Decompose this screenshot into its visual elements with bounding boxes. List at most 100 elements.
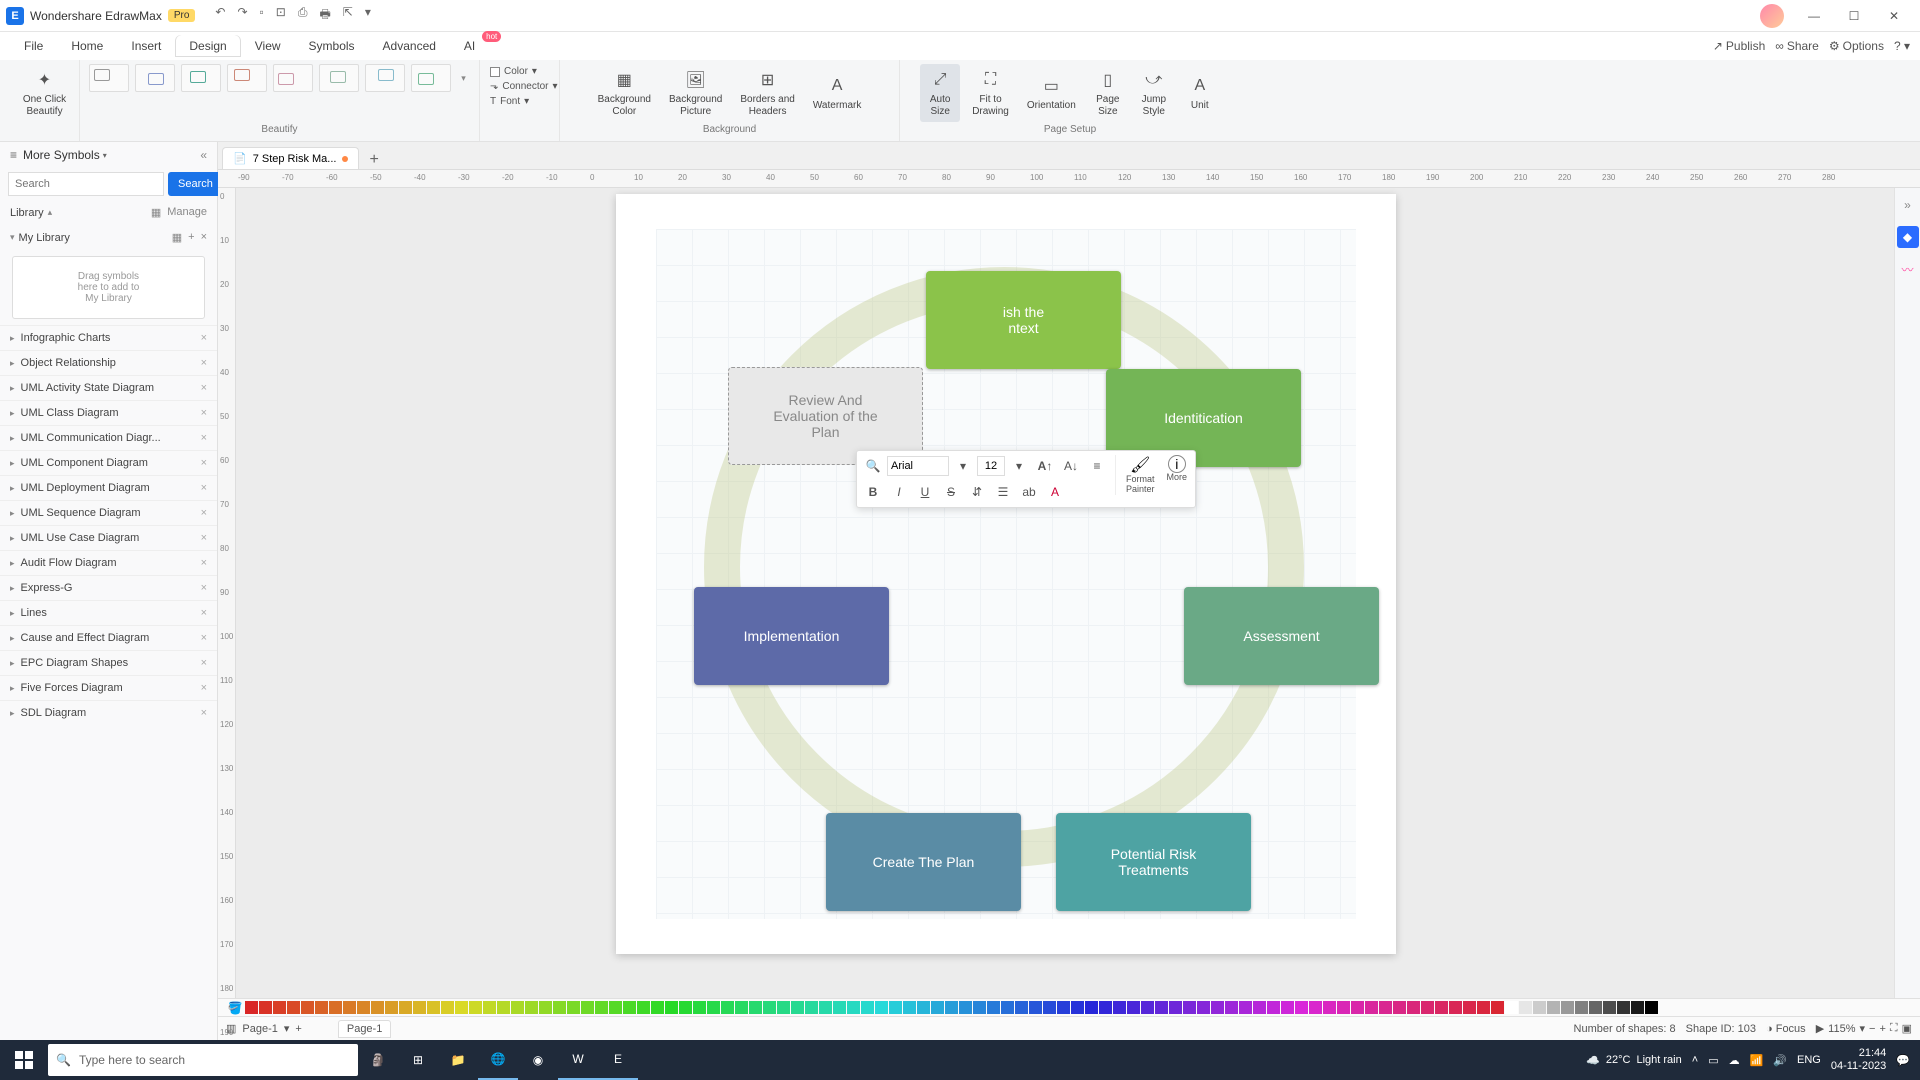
font-size-input[interactable] (977, 456, 1005, 476)
add-icon[interactable]: + (188, 231, 194, 244)
color-swatch[interactable] (1393, 1001, 1406, 1014)
remove-category-icon[interactable]: × (201, 407, 207, 419)
expand-right-icon[interactable]: » (1897, 194, 1919, 216)
notifications-icon[interactable]: 💬 (1896, 1054, 1910, 1067)
color-swatch[interactable] (413, 1001, 426, 1014)
fullscreen-icon[interactable]: ⛶ (1890, 1022, 1898, 1035)
font-dropdown[interactable]: TFont ▾ (490, 94, 529, 109)
color-swatch[interactable] (1295, 1001, 1308, 1014)
doc-tab[interactable]: 📄 7 Step Risk Ma... (222, 147, 359, 169)
color-swatch[interactable] (1617, 1001, 1630, 1014)
color-swatch[interactable] (1645, 1001, 1658, 1014)
color-swatch[interactable] (749, 1001, 762, 1014)
save-icon[interactable]: ⎙ (298, 5, 308, 26)
color-swatch[interactable] (1463, 1001, 1476, 1014)
publish-button[interactable]: ↗ Publish (1713, 39, 1765, 53)
menu-view[interactable]: View (241, 35, 295, 57)
color-swatch[interactable] (763, 1001, 776, 1014)
expand-icon[interactable]: ▾ (10, 232, 15, 243)
color-swatch[interactable] (707, 1001, 720, 1014)
color-swatch[interactable] (987, 1001, 1000, 1014)
options-button[interactable]: ⚙ Options (1829, 39, 1884, 53)
fit-button[interactable]: ⛶Fit to Drawing (966, 64, 1015, 122)
menu-symbols[interactable]: Symbols (295, 35, 369, 57)
color-swatch[interactable] (679, 1001, 692, 1014)
theme-2[interactable] (135, 64, 175, 92)
category-item[interactable]: ▸UML Component Diagram× (0, 450, 217, 475)
color-swatch[interactable] (1337, 1001, 1350, 1014)
color-swatch[interactable] (693, 1001, 706, 1014)
theme-6[interactable] (319, 64, 359, 92)
bold-button[interactable]: B (861, 481, 885, 503)
menu-design[interactable]: Design (175, 35, 240, 57)
zoom-in-button[interactable]: + (1879, 1023, 1885, 1035)
color-swatch[interactable] (315, 1001, 328, 1014)
category-item[interactable]: ▸UML Use Case Diagram× (0, 525, 217, 550)
remove-category-icon[interactable]: × (201, 432, 207, 444)
color-swatch[interactable] (665, 1001, 678, 1014)
remove-category-icon[interactable]: × (201, 607, 207, 619)
color-swatch[interactable] (1407, 1001, 1420, 1014)
zoom-dropdown[interactable]: ▾ (1859, 1022, 1865, 1035)
color-swatch[interactable] (1127, 1001, 1140, 1014)
explorer-icon[interactable]: 📁 (438, 1040, 478, 1080)
color-swatch[interactable] (1253, 1001, 1266, 1014)
color-swatch[interactable] (273, 1001, 286, 1014)
strike-button[interactable]: S (939, 481, 963, 503)
color-swatch[interactable] (1211, 1001, 1224, 1014)
color-swatch[interactable] (1197, 1001, 1210, 1014)
color-swatch[interactable] (385, 1001, 398, 1014)
help-button[interactable]: ? ▾ (1894, 39, 1910, 53)
bg-color-button[interactable]: ▦Background Color (592, 64, 657, 122)
font-search-icon[interactable]: 🔍 (861, 455, 885, 477)
share-button[interactable]: ∞ Share (1775, 39, 1819, 53)
redo-icon[interactable]: ↷ (237, 5, 247, 26)
category-item[interactable]: ▸UML Communication Diagr...× (0, 425, 217, 450)
spacing-icon[interactable]: ⇵ (965, 481, 989, 503)
color-swatch[interactable] (1435, 1001, 1448, 1014)
autosize-button[interactable]: ⤢Auto Size (920, 64, 960, 122)
theme-8[interactable] (411, 64, 451, 92)
zoom-out-button[interactable]: − (1869, 1023, 1875, 1035)
connector-dropdown[interactable]: ⬎Connector ▾ (490, 79, 558, 94)
color-swatch[interactable] (609, 1001, 622, 1014)
color-swatch[interactable] (553, 1001, 566, 1014)
tray-up-icon[interactable]: ˄ (1692, 1054, 1698, 1066)
remove-category-icon[interactable]: × (201, 507, 207, 519)
theme-4[interactable] (227, 64, 267, 92)
color-swatch[interactable] (1365, 1001, 1378, 1014)
menu-ai[interactable]: AIhot (450, 35, 489, 57)
new-icon[interactable]: ▫ (260, 5, 264, 26)
color-swatch[interactable] (329, 1001, 342, 1014)
size-dropdown-icon[interactable]: ▾ (1007, 455, 1031, 477)
category-item[interactable]: ▸Express-G× (0, 575, 217, 600)
color-swatch[interactable] (847, 1001, 860, 1014)
fill-tool-icon[interactable]: 🪣 (226, 1001, 244, 1015)
focus-toggle[interactable]: ◑ Focus (1766, 1023, 1806, 1035)
color-swatch[interactable] (1491, 1001, 1504, 1014)
manage-label[interactable]: Manage (167, 206, 207, 219)
color-swatch[interactable] (357, 1001, 370, 1014)
weather-widget[interactable]: ☁️ 22°C Light rain (1586, 1054, 1682, 1067)
category-item[interactable]: ▸Infographic Charts× (0, 325, 217, 350)
color-swatch[interactable] (1449, 1001, 1462, 1014)
color-swatch[interactable] (1351, 1001, 1364, 1014)
menu-insert[interactable]: Insert (117, 35, 175, 57)
color-swatch[interactable] (1421, 1001, 1434, 1014)
color-swatch[interactable] (525, 1001, 538, 1014)
remove-category-icon[interactable]: × (201, 332, 207, 344)
taskbar-search[interactable]: 🔍 Type here to search (48, 1044, 358, 1076)
remove-category-icon[interactable]: × (201, 532, 207, 544)
color-swatch[interactable] (777, 1001, 790, 1014)
add-page-button[interactable]: + (295, 1023, 301, 1035)
color-swatch[interactable] (1589, 1001, 1602, 1014)
category-item[interactable]: ▸UML Sequence Diagram× (0, 500, 217, 525)
color-swatch[interactable] (945, 1001, 958, 1014)
theme-1[interactable] (89, 64, 129, 92)
theme-3[interactable] (181, 64, 221, 92)
color-swatch[interactable] (637, 1001, 650, 1014)
one-click-beautify-button[interactable]: ✦ One Click Beautify (17, 64, 72, 122)
add-tab-button[interactable]: + (359, 151, 388, 169)
color-swatch[interactable] (455, 1001, 468, 1014)
clock[interactable]: 21:44 04-11-2023 (1831, 1047, 1886, 1073)
